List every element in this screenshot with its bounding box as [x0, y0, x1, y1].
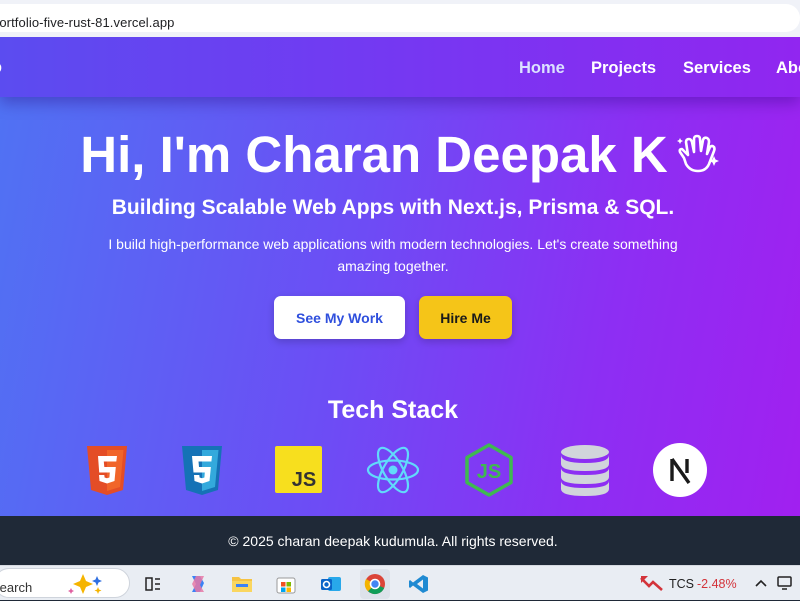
navbar: o Home Projects Services About	[0, 37, 800, 97]
nextjs-icon	[652, 442, 708, 498]
vscode-icon[interactable]	[404, 569, 434, 599]
stock-name[interactable]: TCS	[669, 577, 694, 591]
taskbar-search-field[interactable]: Search	[0, 568, 130, 598]
tech-stack-title: Tech Stack	[327, 396, 459, 424]
nav-link-projects[interactable]: Projects	[591, 59, 656, 78]
copilot-icon[interactable]	[183, 569, 213, 599]
waving-hand-icon	[676, 127, 720, 186]
svg-text:JS: JS	[292, 469, 316, 491]
stock-change: -2.48%	[697, 577, 737, 591]
see-my-work-button[interactable]: See My Work	[274, 296, 405, 339]
site-logo[interactable]: o	[0, 57, 2, 78]
portfolio-page: o Home Projects Services About Hi, I'm C…	[0, 37, 800, 516]
hero-title-text: Hi, I'm Charan Deepak K	[80, 126, 668, 183]
hire-me-button[interactable]: Hire Me	[419, 296, 512, 339]
html5-icon	[79, 442, 135, 498]
nodejs-icon: JS	[461, 442, 517, 498]
outlook-icon[interactable]	[316, 569, 346, 599]
chrome-icon[interactable]	[360, 569, 390, 599]
hero-subtitle: Building Scalable Web Apps with Next.js,…	[111, 196, 675, 219]
url-field[interactable]: portfolio-five-rust-81.vercel.app	[0, 4, 800, 32]
javascript-icon: JS	[271, 442, 327, 498]
network-icon[interactable]	[776, 575, 794, 596]
svg-text:JS: JS	[477, 461, 501, 483]
browser-address-bar: portfolio-five-rust-81.vercel.app	[0, 0, 800, 37]
nav-link-home[interactable]: Home	[519, 59, 565, 78]
task-view-icon[interactable]	[138, 569, 168, 599]
react-icon	[365, 442, 421, 498]
nav-link-about[interactable]: About	[776, 59, 800, 78]
microsoft-store-icon[interactable]	[271, 569, 301, 599]
taskbar-search-label: Search	[0, 580, 33, 595]
copyright-text: © 2025 charan deepak kudumula. All right…	[228, 533, 558, 549]
hero-title: Hi, I'm Charan Deepak K	[0, 125, 800, 186]
sparkle-icon	[67, 572, 119, 601]
stock-trend-icon	[640, 574, 664, 597]
hero-description: I build high-performance web application…	[108, 236, 678, 274]
database-icon	[557, 442, 613, 498]
url-text: portfolio-five-rust-81.vercel.app	[0, 15, 175, 30]
nav-link-services[interactable]: Services	[683, 59, 751, 78]
taskbar: Search TCS -2.48%	[0, 565, 800, 600]
chevron-up-icon[interactable]	[754, 576, 768, 594]
file-explorer-icon[interactable]	[227, 569, 257, 599]
css3-icon	[174, 442, 230, 498]
footer: © 2025 charan deepak kudumula. All right…	[0, 516, 800, 565]
